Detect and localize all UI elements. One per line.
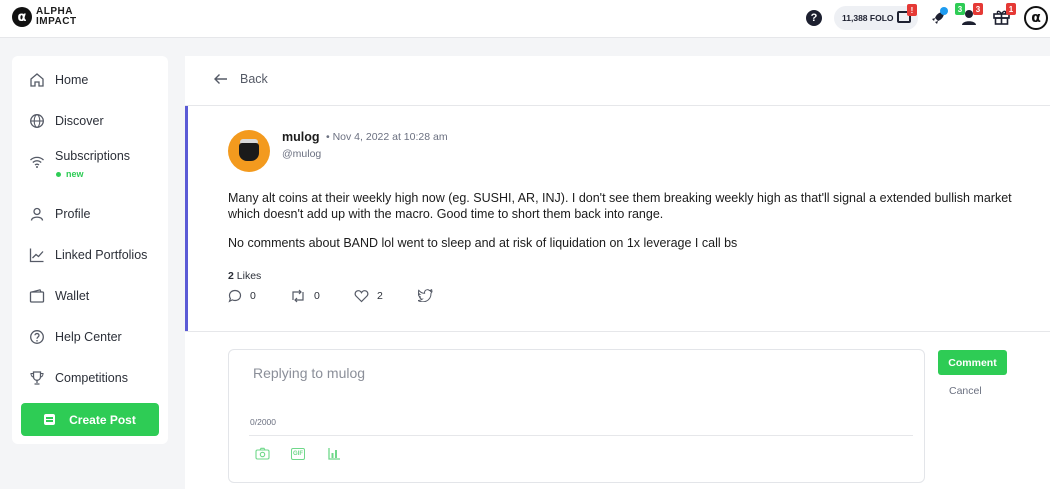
chart-line-icon bbox=[29, 248, 44, 263]
gif-icon[interactable]: GIF bbox=[291, 448, 305, 460]
wifi-icon bbox=[30, 156, 44, 168]
user-icon bbox=[30, 207, 44, 221]
heart-icon bbox=[354, 290, 369, 303]
comment-button[interactable]: Comment bbox=[938, 350, 1007, 375]
sidebar-item-discover[interactable]: Discover bbox=[12, 103, 168, 139]
like-action[interactable]: 2 bbox=[354, 289, 383, 303]
help-circle-icon bbox=[30, 330, 44, 344]
wallet-badge: ! bbox=[907, 4, 917, 16]
sidebar-item-label: Help Center bbox=[55, 330, 122, 344]
likes-label: Likes bbox=[236, 270, 262, 282]
cancel-button[interactable]: Cancel bbox=[949, 385, 982, 397]
twitter-icon bbox=[418, 289, 433, 302]
post-body-paragraph-2: No comments about BAND lol went to sleep… bbox=[228, 236, 738, 250]
comment-icon bbox=[228, 289, 242, 303]
character-counter: 0/2000 bbox=[250, 417, 276, 427]
sidebar-item-home[interactable]: Home bbox=[12, 62, 168, 98]
create-post-button[interactable]: Create Post bbox=[21, 403, 159, 436]
divider bbox=[185, 331, 1050, 332]
help-icon[interactable]: ? bbox=[806, 10, 822, 26]
divider bbox=[249, 435, 913, 436]
twitter-share-action[interactable] bbox=[418, 289, 433, 302]
folo-balance-text: 11,388 FOLO bbox=[842, 13, 894, 23]
post-handle: @mulog bbox=[282, 148, 322, 160]
sidebar-item-wallet[interactable]: Wallet bbox=[12, 278, 168, 314]
reply-box: Replying to mulog 0/2000 GIF bbox=[228, 349, 925, 483]
reply-input[interactable]: Replying to mulog bbox=[253, 365, 365, 381]
gift-badge: 1 bbox=[1006, 3, 1016, 15]
trophy-icon bbox=[30, 371, 44, 385]
sidebar-item-label: Home bbox=[55, 73, 89, 87]
post-timestamp: • Nov 4, 2022 at 10:28 am bbox=[326, 131, 448, 143]
profile-avatar[interactable]: α bbox=[1024, 6, 1048, 30]
camera-icon[interactable] bbox=[255, 447, 270, 460]
top-bar: α ALPHA IMPACT ? 11,388 FOLO ! 3 3 1 α bbox=[0, 0, 1050, 38]
create-post-label: Create Post bbox=[69, 412, 136, 427]
comment-action[interactable]: 0 bbox=[228, 289, 256, 303]
sidebar-item-label: Competitions bbox=[55, 371, 128, 385]
repost-action[interactable]: 0 bbox=[290, 289, 320, 303]
sidebar-item-subscriptions[interactable]: Subscriptions bbox=[12, 144, 168, 180]
chart-attach-icon[interactable] bbox=[328, 447, 341, 460]
sidebar-item-profile[interactable]: Profile bbox=[12, 196, 168, 232]
new-dot bbox=[56, 171, 61, 177]
sidebar: Home Discover Subscriptions new Profile … bbox=[12, 56, 168, 444]
subscriptions-new-tag: new bbox=[56, 169, 84, 179]
sidebar-item-label: Linked Portfolios bbox=[55, 248, 148, 262]
arrow-left-icon bbox=[214, 74, 227, 84]
wallet-icon bbox=[29, 289, 45, 303]
sidebar-item-competitions[interactable]: Competitions bbox=[12, 360, 168, 396]
comment-count: 0 bbox=[250, 290, 256, 302]
avatar[interactable] bbox=[228, 130, 270, 172]
globe-icon bbox=[30, 114, 44, 128]
logo-mark: α bbox=[12, 7, 32, 27]
main-panel: Back mulog • Nov 4, 2022 at 10:28 am @mu… bbox=[185, 56, 1050, 489]
back-label: Back bbox=[240, 72, 268, 86]
like-count: 2 bbox=[377, 290, 383, 302]
notifications-badge: 3 bbox=[973, 3, 983, 15]
comment-square-icon bbox=[44, 414, 56, 425]
repost-icon bbox=[292, 289, 304, 303]
back-button[interactable]: Back bbox=[213, 72, 268, 86]
rocket-dot bbox=[940, 7, 948, 15]
likes-count: 2 bbox=[228, 270, 234, 282]
likes-summary[interactable]: 2 Likes bbox=[228, 270, 261, 282]
logo[interactable]: α ALPHA IMPACT bbox=[12, 7, 96, 27]
sidebar-item-label: Wallet bbox=[55, 289, 90, 303]
post-body-paragraph-1: Many alt coins at their weekly high now … bbox=[228, 191, 1012, 221]
sidebar-item-linked-portfolios[interactable]: Linked Portfolios bbox=[12, 237, 168, 273]
post-card: mulog • Nov 4, 2022 at 10:28 am @mulog M… bbox=[185, 106, 1050, 331]
sidebar-item-label: Subscriptions bbox=[55, 149, 131, 163]
sidebar-item-label: Discover bbox=[55, 114, 104, 128]
sidebar-item-label: Profile bbox=[55, 207, 91, 221]
repost-count: 0 bbox=[314, 290, 320, 302]
sidebar-item-help-center[interactable]: Help Center bbox=[12, 319, 168, 355]
post-username[interactable]: mulog bbox=[282, 130, 320, 144]
logo-text: ALPHA IMPACT bbox=[36, 6, 77, 27]
home-icon bbox=[30, 73, 44, 87]
